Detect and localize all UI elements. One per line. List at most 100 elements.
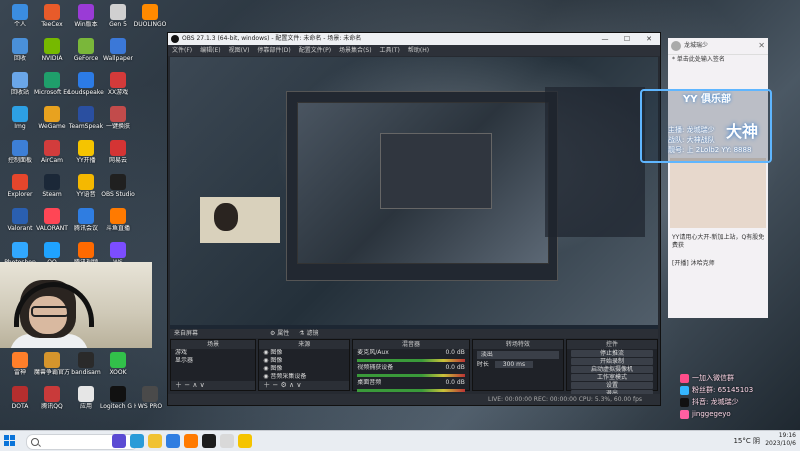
- chat-message: [开播] 沐哈克师: [672, 260, 715, 267]
- source-item[interactable]: ◉ 图像: [259, 349, 349, 357]
- minimize-button[interactable]: —: [594, 33, 616, 45]
- desktop-icon[interactable]: Explorer: [2, 174, 38, 198]
- properties-gear-icon[interactable]: ⚙ 属性: [270, 330, 289, 337]
- social-icon: [680, 409, 689, 419]
- menu-item[interactable]: 视图(V): [229, 45, 250, 56]
- menu-item[interactable]: 配置文件(P): [299, 45, 331, 56]
- volume-meter[interactable]: [357, 389, 465, 392]
- taskbar-app-icon[interactable]: [184, 434, 198, 448]
- control-button[interactable]: 工作室模式: [570, 374, 653, 381]
- desktop-icon[interactable]: DUOLINGO: [132, 4, 168, 28]
- desktop-icon[interactable]: 魔兽争霸官方对战平台: [34, 352, 70, 376]
- taskbar-app-icon[interactable]: [220, 434, 234, 448]
- scenes-toolbar[interactable]: ＋ − ∧ ∨: [171, 381, 256, 390]
- desktop-icon[interactable]: Logitech G HUB: [100, 386, 136, 410]
- control-button[interactable]: 设置: [570, 382, 653, 389]
- maximize-button[interactable]: ☐: [616, 33, 638, 45]
- scenes-dock: 场景 游戏 显示器 ＋ − ∧ ∨: [170, 339, 257, 391]
- taskbar-app-icon[interactable]: [238, 434, 252, 448]
- desktop-icon[interactable]: Img: [2, 106, 38, 130]
- desktop-icon-label: DUOLINGO: [133, 21, 167, 28]
- overlay-line: 战队: 大神战队: [668, 136, 715, 144]
- desktop-icon[interactable]: TeamSpeak: [68, 106, 104, 130]
- menu-item[interactable]: 场景集合(S): [339, 45, 372, 56]
- app-icon: [44, 38, 60, 54]
- filters-icon[interactable]: ⚗ 滤镜: [299, 330, 318, 337]
- volume-meter[interactable]: [357, 374, 465, 377]
- windows-start-icon[interactable]: [4, 435, 16, 447]
- volume-meter[interactable]: [357, 359, 465, 362]
- desktop-icon[interactable]: Valorant: [2, 208, 38, 232]
- overlay-line: 靓号: 上 2Lolb2 YY: 8888: [668, 146, 752, 154]
- desktop-icon[interactable]: bandisam: [68, 352, 104, 376]
- weather-widget[interactable]: 15°C 阴: [733, 435, 760, 447]
- obs-titlebar[interactable]: OBS 27.1.3 (64-bit, windows) - 配置文件: 未命名…: [168, 33, 660, 45]
- desktop-icon[interactable]: NVIDIA: [34, 38, 70, 62]
- clock[interactable]: 19:16 2023/10/6: [765, 432, 796, 448]
- desktop-icon[interactable]: WeGame: [34, 106, 70, 130]
- desktop-icon[interactable]: 个人: [2, 4, 38, 28]
- desktop-icon-grid: 个人 TeeCex Win版本 Gen 5 DUOLINGO 回收 NVIDIA GeForc…: [0, 0, 170, 430]
- scene-item[interactable]: 游戏: [171, 349, 255, 357]
- desktop-icon[interactable]: 回收: [2, 38, 38, 62]
- desktop-icon[interactable]: 回收站: [2, 72, 38, 96]
- app-icon: [78, 106, 94, 122]
- sources-toolbar[interactable]: ＋ − ⚙ ∧ ∨: [259, 381, 350, 390]
- desktop-icon[interactable]: XX游戏: [100, 72, 136, 96]
- close-icon[interactable]: ✕: [758, 38, 765, 54]
- desktop-icon[interactable]: XOOK: [100, 352, 136, 376]
- desktop-icon[interactable]: 腾讯会议: [68, 208, 104, 232]
- desktop-icon-label: Img: [14, 123, 26, 130]
- obs-window[interactable]: OBS 27.1.3 (64-bit, windows) - 配置文件: 未命名…: [167, 32, 661, 406]
- desktop-icon[interactable]: 应用: [68, 386, 104, 410]
- desktop-icon[interactable]: Gen 5: [100, 4, 136, 28]
- source-item-label: 音频采集设备: [270, 373, 307, 380]
- desktop-icon[interactable]: Win版本: [68, 4, 104, 28]
- taskbar-app-icon[interactable]: [130, 434, 144, 448]
- obs-preview[interactable]: [170, 57, 658, 337]
- app-icon: [78, 208, 94, 224]
- desktop-icon[interactable]: Loudspeaker: [68, 72, 104, 96]
- mixer-db-value: 0.0 dB: [445, 364, 465, 371]
- control-button[interactable]: 停止推流: [570, 350, 653, 357]
- desktop-icon[interactable]: GeForce: [68, 38, 104, 62]
- menu-item[interactable]: 帮助(H): [408, 45, 429, 56]
- source-item[interactable]: ◉ 图像: [259, 357, 349, 365]
- menu-item[interactable]: 工具(T): [380, 45, 400, 56]
- menu-item[interactable]: 编辑(E): [200, 45, 220, 56]
- control-button[interactable]: 开始录制: [570, 358, 653, 365]
- menu-item[interactable]: 停靠部件(D): [257, 45, 290, 56]
- taskbar-app-icon[interactable]: [112, 434, 126, 448]
- desktop-icon[interactable]: Steam: [34, 174, 70, 198]
- transition-select[interactable]: 淡出: [476, 351, 559, 359]
- source-item[interactable]: ◉ 图像: [259, 365, 349, 373]
- desktop-icon[interactable]: YY开播: [68, 140, 104, 164]
- desktop-icon[interactable]: WS PRO: [132, 386, 168, 410]
- control-button[interactable]: 启动虚拟摄像机: [570, 366, 653, 373]
- source-item[interactable]: ◉ 音频采集设备: [259, 373, 349, 381]
- desktop-icon[interactable]: Wallpaper: [100, 38, 136, 62]
- chat-subtitle: * 单击此处输入签名: [672, 56, 725, 63]
- duration-input[interactable]: 300 ms: [494, 361, 534, 368]
- taskbar-app-icon[interactable]: [148, 434, 162, 448]
- desktop-icon[interactable]: 腾讯QQ: [34, 386, 70, 410]
- desktop-icon[interactable]: TeeCex: [34, 4, 70, 28]
- desktop-icon[interactable]: VALORANT: [34, 208, 70, 232]
- taskbar-app-icon[interactable]: [166, 434, 180, 448]
- app-icon: [44, 140, 60, 156]
- desktop-icon[interactable]: AirCam: [34, 140, 70, 164]
- desktop-icon[interactable]: 雷神: [2, 352, 38, 376]
- menu-item[interactable]: 文件(F): [172, 45, 192, 56]
- desktop-icon[interactable]: Microsoft Edge: [34, 72, 70, 96]
- desktop-icon[interactable]: 斗鱼直播: [100, 208, 136, 232]
- desktop-icon[interactable]: YY语音: [68, 174, 104, 198]
- desktop-icon[interactable]: DOTA: [2, 386, 38, 410]
- desktop-icon-label: bandisam: [71, 369, 101, 376]
- close-button[interactable]: ✕: [638, 33, 660, 45]
- desktop-icon[interactable]: 网易云: [100, 140, 136, 164]
- desktop-icon[interactable]: OBS Studio: [100, 174, 136, 198]
- taskbar-app-icon[interactable]: [202, 434, 216, 448]
- scene-item[interactable]: 显示器: [171, 357, 255, 365]
- desktop-icon[interactable]: 一键换肤: [100, 106, 136, 130]
- desktop-icon[interactable]: 控制面板: [2, 140, 38, 164]
